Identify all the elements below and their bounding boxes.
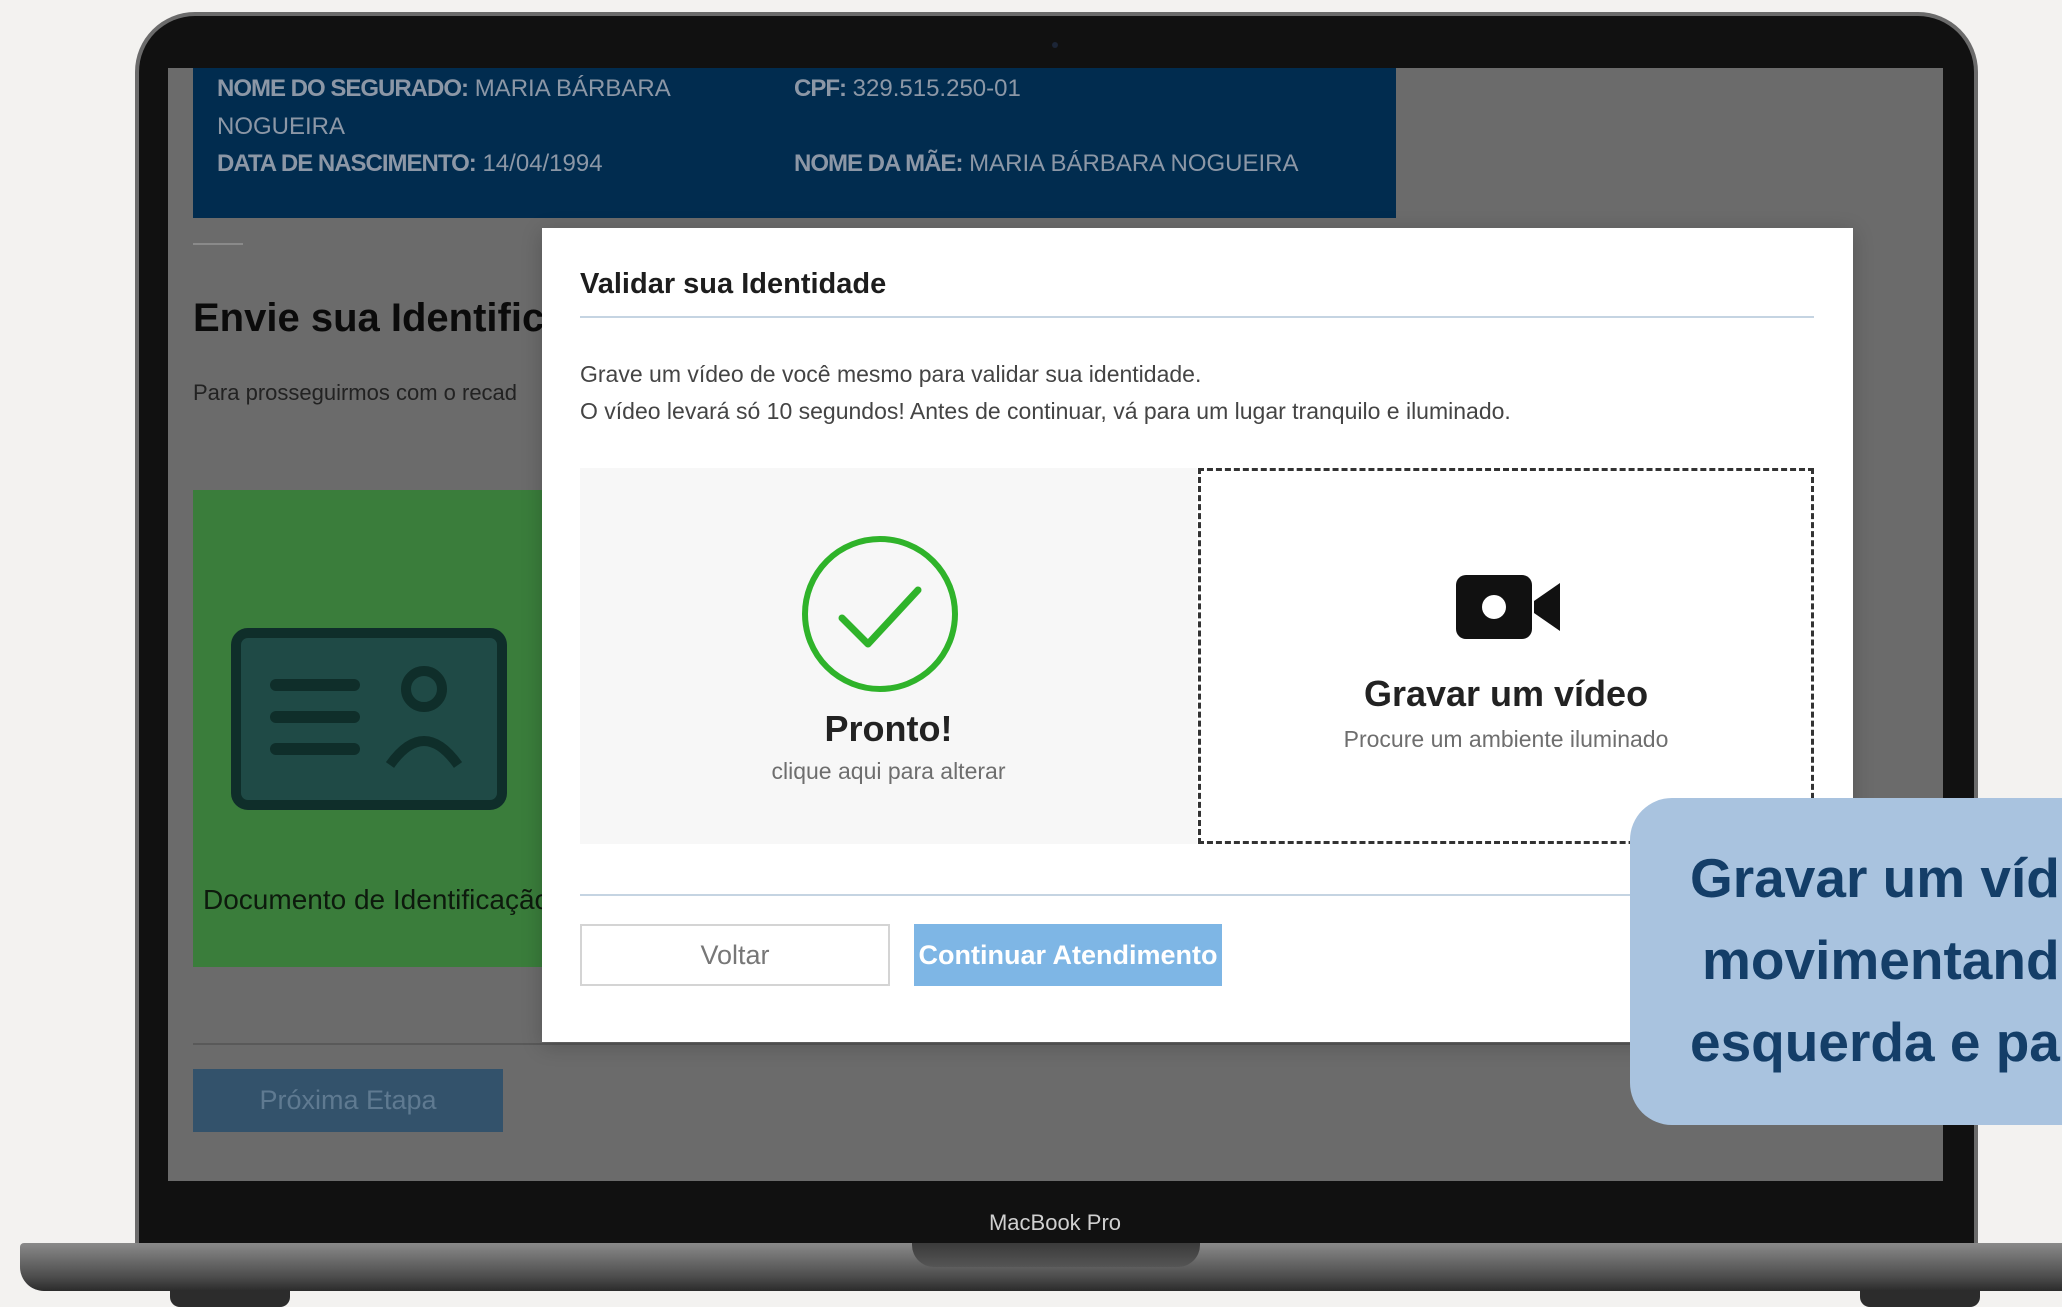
back-button[interactable]: Voltar bbox=[580, 924, 890, 986]
mother-name-value: MARIA BÁRBARA NOGUEIRA bbox=[969, 150, 1299, 177]
record-video-option[interactable]: Gravar um vídeo Procure um ambiente ilum… bbox=[1198, 468, 1814, 844]
mother-name-label: NOME DA MÃE: bbox=[794, 150, 963, 177]
page-subtitle: Para prosseguirmos com o recad bbox=[193, 380, 518, 405]
insured-name-label: NOME DO SEGURADO: bbox=[217, 75, 469, 102]
birth-date-value: 14/04/1994 bbox=[482, 150, 603, 177]
next-step-button[interactable]: Próxima Etapa bbox=[193, 1069, 503, 1132]
modal-description-line: Grave um vídeo de você mesmo para valida… bbox=[580, 361, 1202, 387]
callout-line: esquerda e pa bbox=[1690, 1011, 2060, 1073]
identity-document-label: Documento de Identificação bbox=[203, 884, 551, 915]
modal-description: Grave um vídeo de você mesmo para valida… bbox=[580, 356, 1511, 430]
modal-description-line: O vídeo levará só 10 segundos! Antes de … bbox=[580, 398, 1511, 424]
uploaded-option[interactable]: Pronto! clique aqui para alterar bbox=[580, 468, 1197, 844]
callout-line: movimentand bbox=[1702, 929, 2060, 991]
divider bbox=[580, 316, 1814, 318]
divider bbox=[193, 243, 243, 245]
record-video-subtitle: Procure um ambiente iluminado bbox=[1343, 726, 1669, 752]
callout-line: Gravar um víd bbox=[1690, 847, 2060, 909]
cpf-field: CPF: 329.515.250-01 bbox=[794, 70, 1021, 108]
cpf-label: CPF: bbox=[794, 75, 847, 102]
record-video-title: Gravar um vídeo bbox=[1363, 673, 1649, 714]
change-link[interactable]: clique aqui para alterar bbox=[580, 758, 1197, 785]
insured-name-value: MARIA BÁRBARA bbox=[474, 75, 671, 102]
continue-button[interactable]: Continuar Atendimento bbox=[914, 924, 1222, 986]
laptop-foot bbox=[1860, 1291, 1980, 1307]
webcam-icon bbox=[1052, 42, 1058, 48]
birth-date-field: DATA DE NASCIMENTO: 14/04/1994 bbox=[217, 145, 603, 183]
id-card-icon bbox=[231, 628, 507, 810]
check-circle-icon bbox=[802, 536, 958, 692]
device-label: MacBook Pro bbox=[988, 1210, 1122, 1235]
cpf-value: 329.515.250-01 bbox=[852, 75, 1021, 102]
laptop-notch bbox=[912, 1243, 1200, 1267]
done-title: Pronto! bbox=[824, 708, 953, 749]
instruction-callout: Gravar um víd movimentand esquerda e pa bbox=[1630, 798, 2062, 1125]
insured-name-field: NOME DO SEGURADO: MARIA BÁRBARA bbox=[217, 70, 671, 108]
birth-date-label: DATA DE NASCIMENTO: bbox=[217, 150, 477, 177]
laptop-foot bbox=[170, 1291, 290, 1307]
divider bbox=[580, 894, 1814, 896]
mother-name-field: NOME DA MÃE: MARIA BÁRBARA NOGUEIRA bbox=[794, 145, 1299, 183]
modal-title: Validar sua Identidade bbox=[580, 268, 887, 300]
video-camera-icon bbox=[1456, 575, 1560, 639]
insured-name-value-line2: NOGUEIRA bbox=[217, 113, 346, 140]
insured-info-bar: NOME DO SEGURADO: MARIA BÁRBARA NOGUEIRA… bbox=[193, 68, 1396, 218]
page-title: Envie sua Identific bbox=[193, 296, 545, 340]
